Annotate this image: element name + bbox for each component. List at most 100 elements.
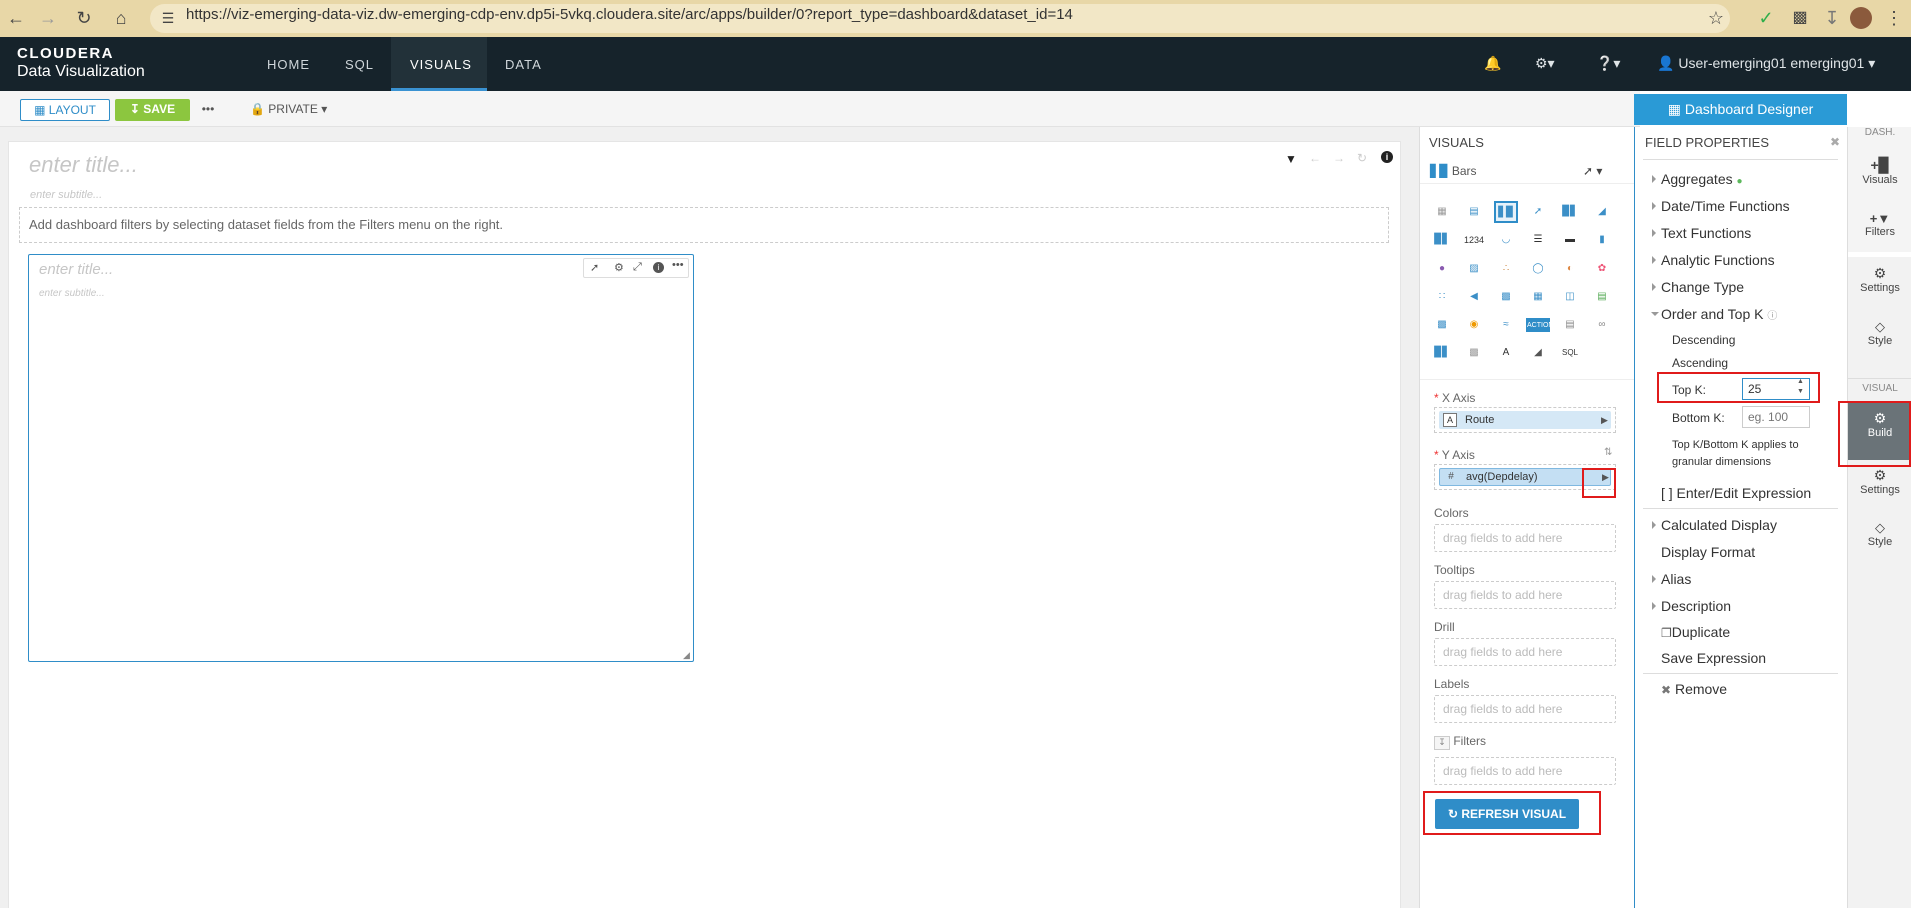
dashboard-designer-header[interactable]: ▦ Dashboard Designer [1634,94,1847,125]
histogram-icon[interactable]: ▉▋ [1430,342,1454,364]
refresh-icon[interactable]: ↻ [1357,151,1367,165]
nav-visuals[interactable]: VISUALS [410,57,472,72]
labels-shelf[interactable]: drag fields to add here [1434,695,1616,723]
colors-shelf[interactable]: drag fields to add here [1434,524,1616,552]
expand-icon[interactable]: ⤢ [633,261,642,274]
remove-item[interactable]: ✖ Remove [1661,681,1727,697]
pie-icon[interactable]: ◐ [1558,258,1582,280]
chart-image-icon[interactable]: ◢ [1526,342,1550,364]
rail-settings[interactable]: ⚙ Settings [1848,265,1911,294]
packed-bubbles-icon[interactable]: ● [1430,258,1454,280]
dashboard-subtitle-input[interactable]: enter subtitle... [30,189,102,201]
sparkline-icon[interactable]: ▤ [1590,286,1614,308]
descending-option[interactable]: Descending [1672,333,1735,347]
aggregates-item[interactable]: Aggregates ● [1652,171,1743,187]
cross-tab-icon[interactable]: ▤ [1462,201,1486,223]
notifications-bell-icon[interactable]: 🔔 [1484,55,1501,72]
sql-visual-icon[interactable]: SQL [1558,342,1582,364]
rail-visuals[interactable]: +▉ Visuals [1848,157,1911,186]
calculated-display-item[interactable]: Calculated Display [1652,517,1777,533]
back-icon[interactable]: ← [4,6,28,30]
network-icon[interactable]: ∷ [1430,286,1454,308]
more-options-button[interactable]: ••• [196,99,220,121]
bullet-icon[interactable]: ▬ [1558,229,1582,251]
dashboard-title-input[interactable]: enter title... [29,152,138,178]
flow-icon[interactable]: ≈ [1494,314,1518,336]
site-info-icon[interactable]: ☰ [156,6,180,30]
layout-button[interactable]: ▦ LAYOUT [20,99,110,121]
rich-text-icon[interactable]: ▤ [1558,314,1582,336]
change-type-item[interactable]: Change Type [1652,279,1744,295]
thermometer-icon[interactable]: ▮ [1590,229,1614,251]
visual-info-icon[interactable]: i [653,262,664,273]
filter-icon[interactable]: ▼ [1285,152,1297,166]
alias-item[interactable]: Alias [1652,571,1691,587]
map-icon[interactable]: ▩ [1430,314,1454,336]
gauge-icon[interactable]: ◡ [1494,229,1518,251]
heatmap-icon[interactable]: ▦ [1526,286,1550,308]
close-icon[interactable]: ✖ [1830,135,1840,149]
radial-icon[interactable]: ✿ [1590,258,1614,280]
areas-icon[interactable]: ◢ [1590,201,1614,223]
privacy-dropdown[interactable]: 🔒 PRIVATE ▾ [250,99,336,121]
rail-visual-settings[interactable]: ⚙ Settings [1848,467,1911,496]
description-item[interactable]: Description [1652,598,1731,614]
nav-home[interactable]: HOME [267,57,310,72]
duplicate-item[interactable]: ❐Duplicate [1661,624,1730,640]
grouped-bars-icon[interactable]: ▉▋ [1430,229,1454,251]
home-icon[interactable]: ⌂ [109,6,133,30]
visual-type-menu-icon[interactable]: ➚ ▾ [1583,164,1602,178]
word-cloud-icon[interactable]: ▨ [1462,258,1486,280]
save-button[interactable]: ↧ SAVE [115,99,190,121]
list-icon[interactable]: ☰ [1526,229,1550,251]
datetime-functions-item[interactable]: Date/Time Functions [1652,198,1790,214]
table-icon[interactable]: ▦ [1430,201,1454,223]
x-axis-field-pill[interactable]: A Route ▶ [1439,411,1611,429]
nav-sql[interactable]: SQL [345,57,374,72]
extension-icon[interactable]: ✓ [1754,6,1778,30]
user-menu[interactable]: 👤 User-emerging01 emerging01 ▾ [1657,55,1875,72]
combo-icon[interactable]: ▉▋ [1558,201,1582,223]
download-icon[interactable]: ↧ [1820,6,1844,30]
visual-title-input[interactable]: enter title... [39,261,113,278]
sort-icon[interactable]: ⇅ [1604,447,1612,458]
dashboard-filters-dropzone[interactable]: Add dashboard filters by selecting datas… [19,207,1389,243]
bottomk-input[interactable] [1742,406,1810,428]
rail-style[interactable]: ◇ Style [1848,319,1911,347]
link-icon[interactable]: ∞ [1590,314,1614,336]
visual-more-icon[interactable]: ••• [672,259,684,271]
analytic-functions-item[interactable]: Analytic Functions [1652,252,1775,268]
info-icon[interactable]: i [1381,151,1393,163]
bars-visual-icon[interactable]: ▋▉ [1494,201,1518,223]
action-button-icon[interactable]: ACTION [1526,318,1553,332]
x-axis-shelf[interactable]: A Route ▶ [1434,407,1616,433]
bookmark-star-icon[interactable]: ☆ [1704,6,1728,30]
filters-shelf[interactable]: drag fields to add here [1434,757,1616,785]
info-icon[interactable]: ⓘ [1767,311,1777,322]
order-topk-item[interactable]: Order and Top K ⓘ [1651,306,1777,322]
download-filter-icon[interactable]: ↧ [1434,736,1450,750]
visual-card[interactable]: enter title... enter subtitle... ➚ ⚙ ⤢ i… [28,254,694,662]
tooltips-shelf[interactable]: drag fields to add here [1434,581,1616,609]
undo-icon[interactable]: ← [1309,151,1321,165]
profile-avatar[interactable] [1850,7,1872,29]
donut-icon[interactable]: ◯ [1526,258,1550,280]
drill-shelf[interactable]: drag fields to add here [1434,638,1616,666]
display-format-item[interactable]: Display Format [1661,544,1755,560]
treemap-icon[interactable]: ▩ [1494,286,1518,308]
rail-filters[interactable]: +▼ Filters [1848,211,1911,238]
selected-visual-type[interactable]: ▋▉ Bars [1430,164,1477,178]
extensions-puzzle-icon[interactable]: ▩ [1788,6,1812,30]
ascending-option[interactable]: Ascending [1672,356,1728,370]
image-icon[interactable]: ◫ [1558,286,1582,308]
extension-puzzle-icon[interactable]: ▩ [1462,342,1486,364]
text-visual-icon[interactable]: A [1494,342,1518,364]
enter-edit-expression-item[interactable]: [ ] Enter/Edit Expression [1661,485,1811,501]
forward-icon[interactable]: → [36,6,60,30]
kpi-icon[interactable]: 1234 [1462,229,1486,251]
visual-subtitle-input[interactable]: enter subtitle... [39,288,105,299]
pill-caret-right-icon[interactable]: ▶ [1601,411,1608,429]
lines-icon[interactable]: ➚ [1526,201,1550,223]
save-expression-item[interactable]: Save Expression [1661,650,1766,666]
rail-visual-style[interactable]: ◇ Style [1848,520,1911,548]
